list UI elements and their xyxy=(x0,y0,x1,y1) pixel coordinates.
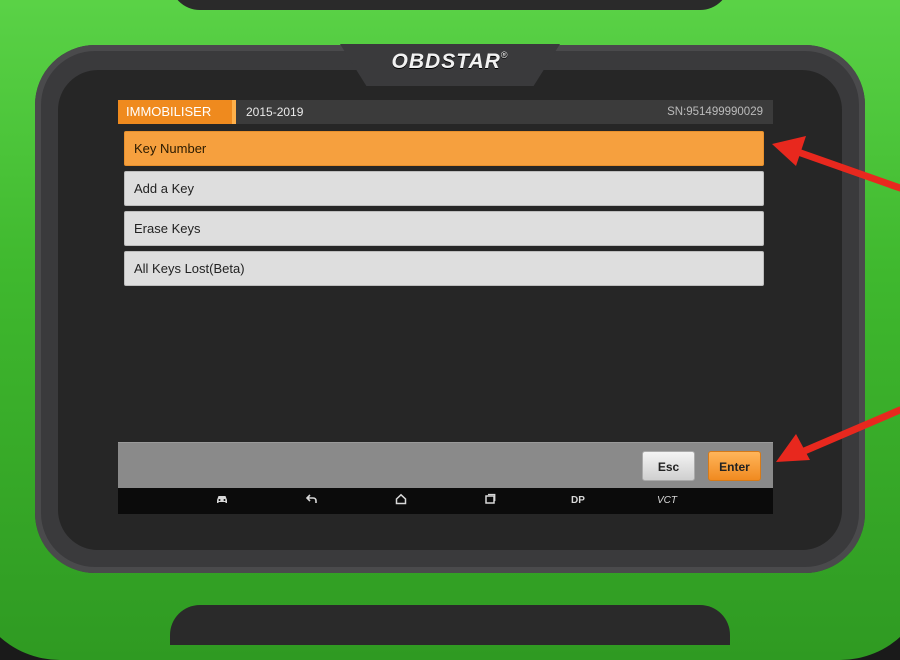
recent-apps-icon[interactable] xyxy=(478,488,502,514)
action-bar: Esc Enter xyxy=(118,442,773,489)
menu-item-erase-keys[interactable]: Erase Keys xyxy=(124,211,764,246)
enter-button[interactable]: Enter xyxy=(708,451,761,481)
arrow-annotation-icon xyxy=(776,406,900,462)
system-nav-bar: DP VCT xyxy=(118,488,773,514)
menu-item-key-number[interactable]: Key Number xyxy=(124,131,764,166)
serial-number: SN:951499990029 xyxy=(667,106,763,118)
brand-name: OBDSTAR xyxy=(391,50,501,73)
device-screen: IMMOBILISER 2015-2019 SN:951499990029 Ke… xyxy=(118,100,773,514)
function-menu: Key Number Add a Key Erase Keys All Keys… xyxy=(124,131,764,291)
year-range: 2015-2019 xyxy=(246,105,304,119)
title-bar: IMMOBILISER 2015-2019 SN:951499990029 xyxy=(118,100,773,124)
home-icon[interactable] xyxy=(389,488,413,514)
device-top-edge xyxy=(170,0,730,10)
trademark-mark: ® xyxy=(500,50,509,60)
brand-logo: OBDSTAR® xyxy=(340,50,560,74)
vct-button[interactable]: VCT xyxy=(655,488,679,514)
menu-item-all-keys-lost[interactable]: All Keys Lost(Beta) xyxy=(124,251,764,286)
dp-button[interactable]: DP xyxy=(566,488,590,514)
module-title: IMMOBILISER xyxy=(118,100,236,124)
menu-item-add-a-key[interactable]: Add a Key xyxy=(124,171,764,206)
esc-button[interactable]: Esc xyxy=(642,451,695,481)
back-icon[interactable] xyxy=(300,488,324,514)
arrow-annotation-icon xyxy=(772,136,900,192)
car-icon[interactable] xyxy=(210,488,234,514)
device-bottom-edge xyxy=(170,605,730,645)
